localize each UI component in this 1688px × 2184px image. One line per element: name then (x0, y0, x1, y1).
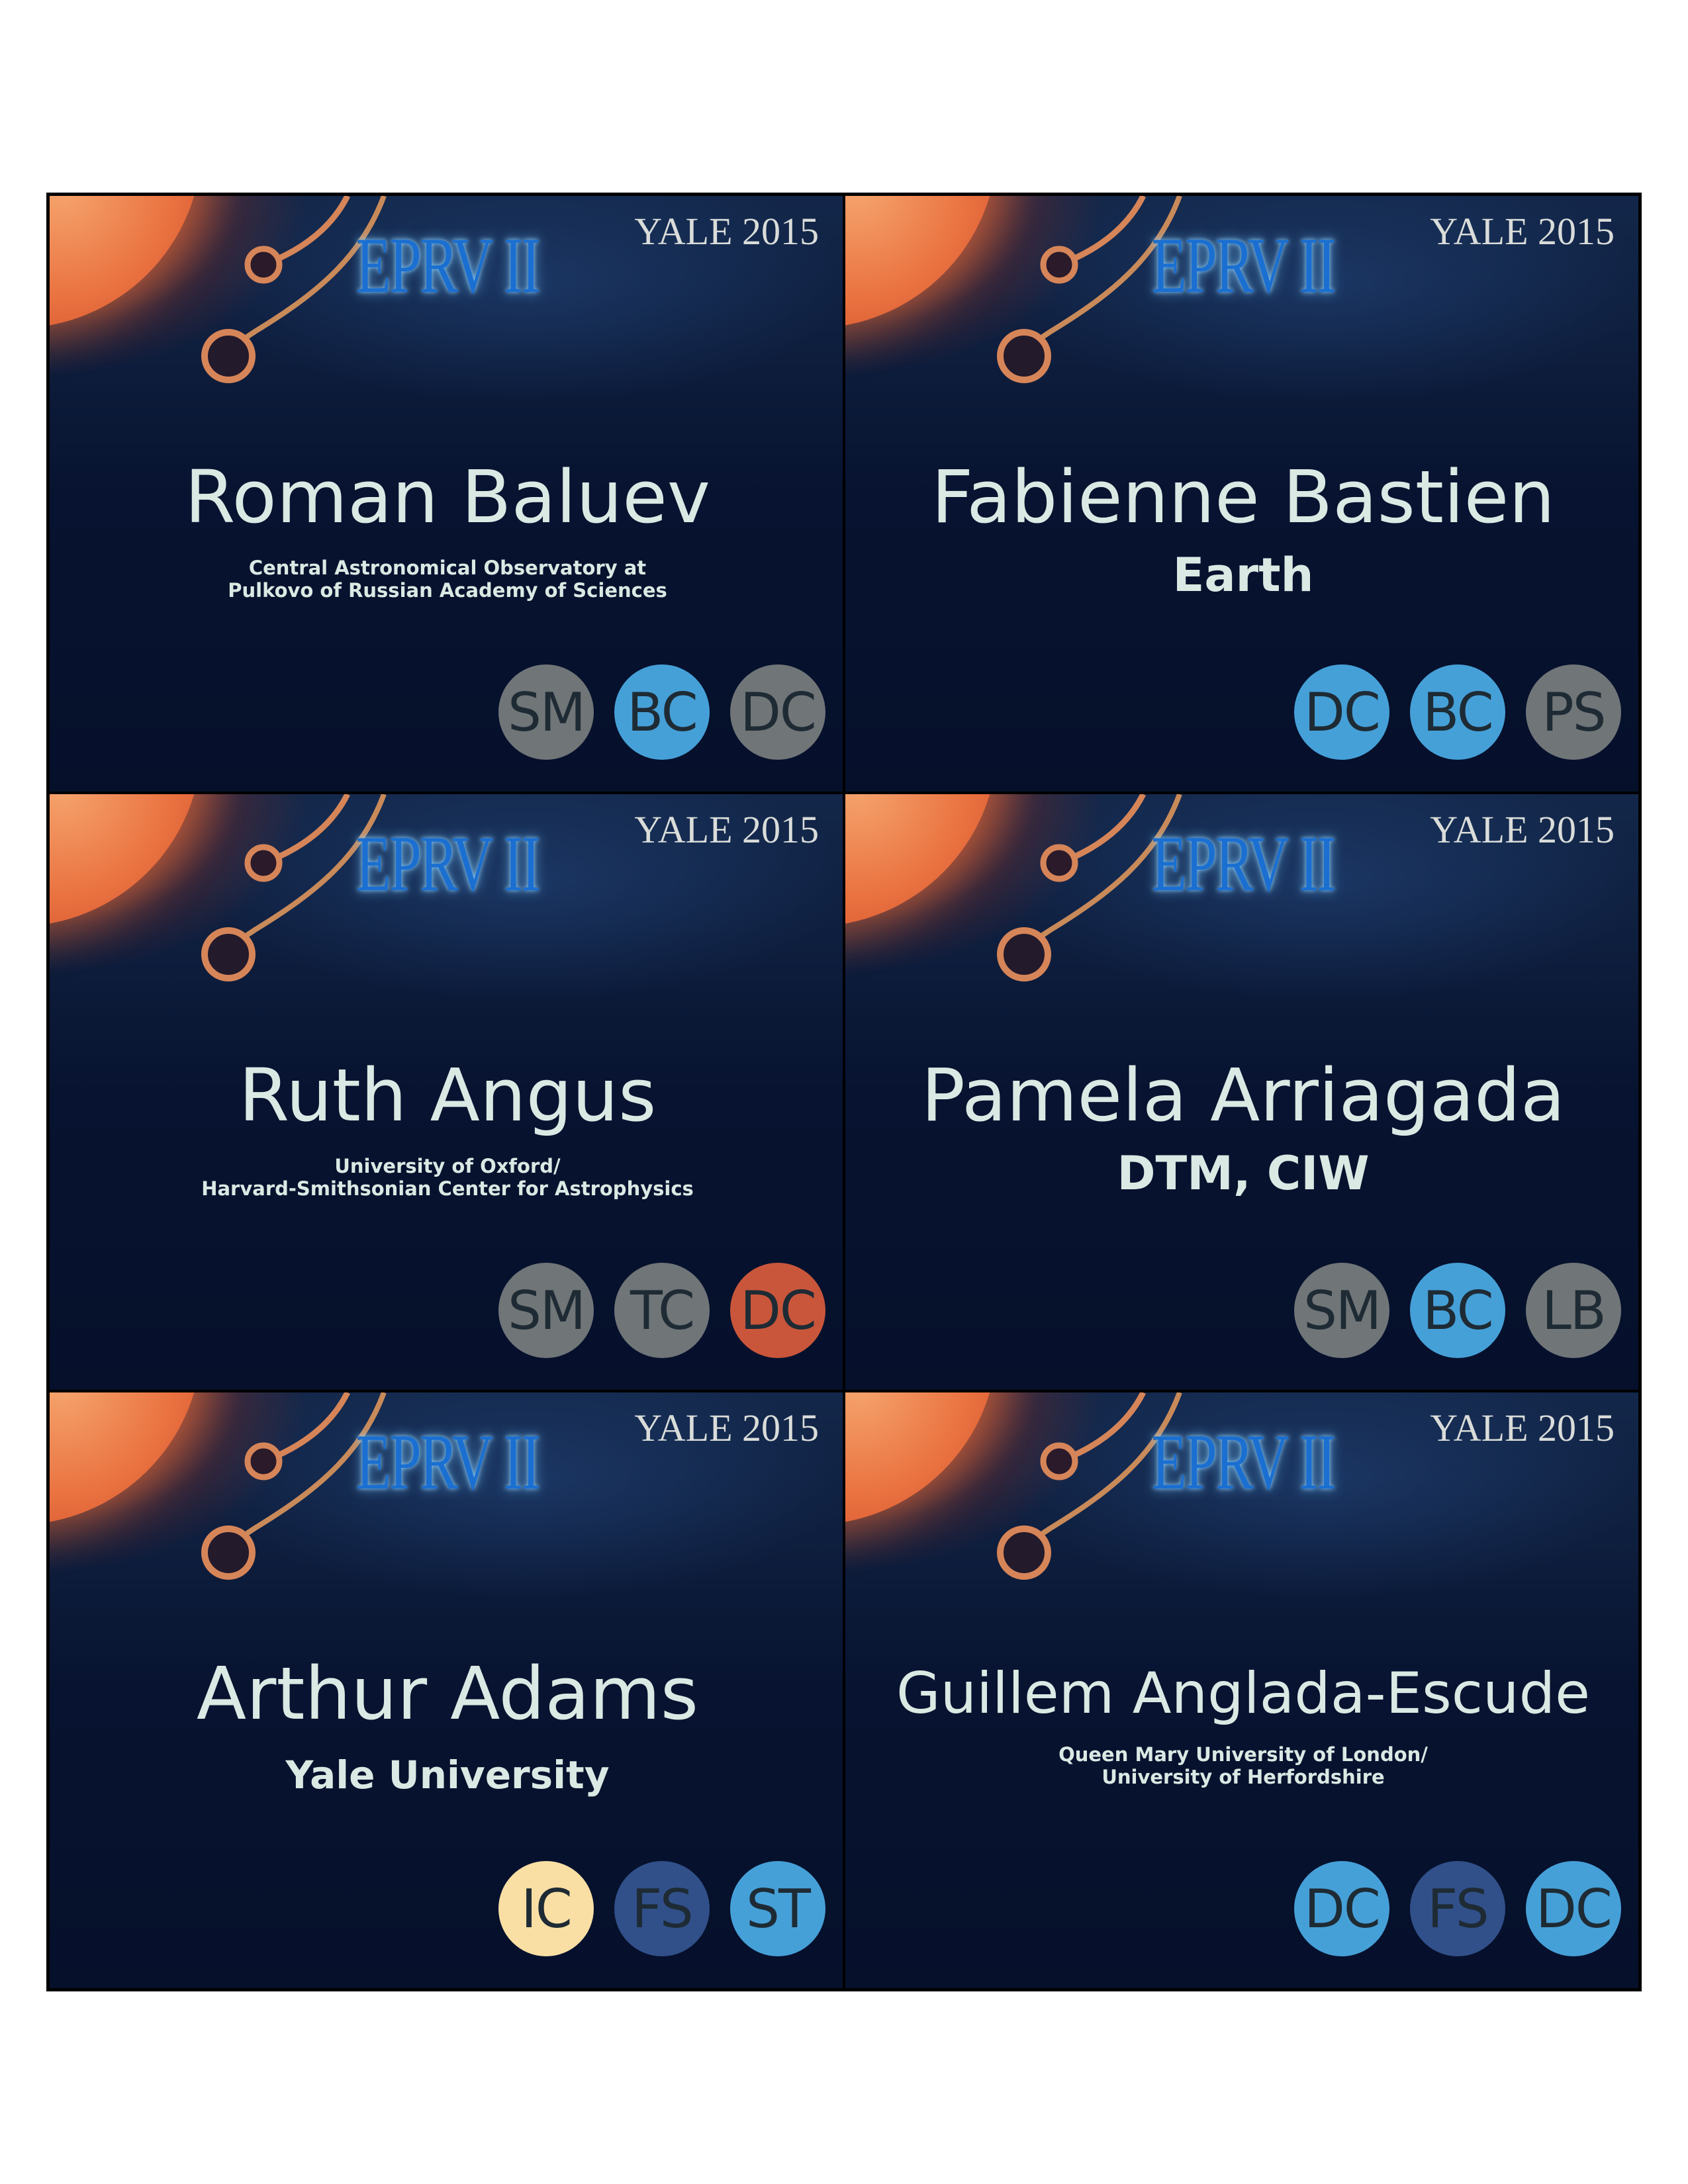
affiliation-line: Earth (1172, 548, 1314, 602)
session-tag-bc: BC (614, 664, 710, 760)
affiliation-line: University of Oxford/ (334, 1155, 561, 1177)
affiliation-line: DTM, CIW (1117, 1146, 1370, 1201)
attendee-affiliation: DTM, CIW (845, 1146, 1638, 1201)
session-tag-dc: DC (1294, 664, 1389, 760)
session-tag-bc: BC (1410, 1263, 1505, 1358)
attendee-affiliation: Earth (845, 548, 1638, 602)
event-label: YALE 2015 (634, 1406, 819, 1449)
attendee-name: Roman Baluev (185, 455, 710, 539)
attendee-affiliation: Yale University (50, 1749, 843, 1801)
attendee-name: Arthur Adams (196, 1651, 699, 1736)
session-tags: SM TC DC (498, 1263, 825, 1358)
name-badge: EPRV II YALE 2015 Roman Baluev Central Astr… (48, 195, 844, 793)
name-badge: EPRV II YALE 2015 Fabienne Bastien Earth DC B… (844, 195, 1640, 793)
session-tag-tc: TC (614, 1263, 710, 1358)
session-tags: IC FS ST (498, 1861, 825, 1956)
affiliation-line: University of Herfordshire (1102, 1766, 1385, 1788)
session-tag-ic: IC (498, 1861, 594, 1956)
session-tag-sm: SM (498, 1263, 594, 1358)
session-tag-fs: FS (1410, 1861, 1505, 1956)
session-tag-bc: BC (1410, 664, 1505, 760)
session-tag-ps: PS (1526, 664, 1621, 760)
name-badge: EPRV II YALE 2015 Pamela Arriagada DTM, CIW… (844, 793, 1640, 1391)
name-badge: EPRV II YALE 2015 Ruth Angus University of … (48, 793, 844, 1391)
session-tag-dc: DC (1526, 1861, 1621, 1956)
session-tag-dc: DC (730, 1263, 825, 1358)
attendee-name: Pamela Arriagada (921, 1053, 1566, 1138)
event-label: YALE 2015 (634, 210, 819, 253)
session-tag-dc: DC (730, 664, 825, 760)
event-label: YALE 2015 (1430, 210, 1615, 253)
session-tag-lb: LB (1526, 1263, 1621, 1358)
session-tags: SM BC LB (1294, 1263, 1621, 1358)
session-tags: DC BC PS (1294, 664, 1621, 760)
name-badge: EPRV II YALE 2015 Guillem Anglada-Escude Qu… (844, 1391, 1640, 1989)
affiliation-line: Yale University (285, 1752, 610, 1797)
attendee-affiliation: University of Oxford/Harvard-Smithsonian… (50, 1155, 843, 1200)
attendee-affiliation: Queen Mary University of London/Universi… (845, 1743, 1638, 1788)
session-tag-sm: SM (1294, 1263, 1389, 1358)
attendee-name: Guillem Anglada-Escude (896, 1661, 1591, 1727)
session-tag-sm: SM (498, 664, 594, 760)
name-badge: EPRV II YALE 2015 Arthur Adams Yale Univers… (48, 1391, 844, 1989)
affiliation-line: Pulkovo of Russian Academy of Sciences (228, 579, 667, 602)
affiliation-line: Queen Mary University of London/ (1058, 1743, 1428, 1766)
affiliation-line: Harvard-Smithsonian Center for Astrophys… (201, 1177, 694, 1200)
event-label: YALE 2015 (1430, 808, 1615, 851)
event-label: YALE 2015 (1430, 1406, 1615, 1449)
badge-sheet: EPRV II YALE 2015 Roman Baluev Central Astr… (46, 193, 1642, 1991)
event-label: YALE 2015 (634, 808, 819, 851)
attendee-name: Ruth Angus (238, 1053, 657, 1138)
attendee-name: Fabienne Bastien (931, 455, 1555, 539)
session-tag-dc: DC (1294, 1861, 1389, 1956)
session-tags: SM BC DC (498, 664, 825, 760)
session-tag-st: ST (730, 1861, 825, 1956)
session-tags: DC FS DC (1294, 1861, 1621, 1956)
attendee-affiliation: Central Astronomical Observatory at Pulko… (50, 557, 843, 602)
session-tag-fs: FS (614, 1861, 710, 1956)
affiliation-line: Central Astronomical Observatory at (248, 557, 647, 579)
